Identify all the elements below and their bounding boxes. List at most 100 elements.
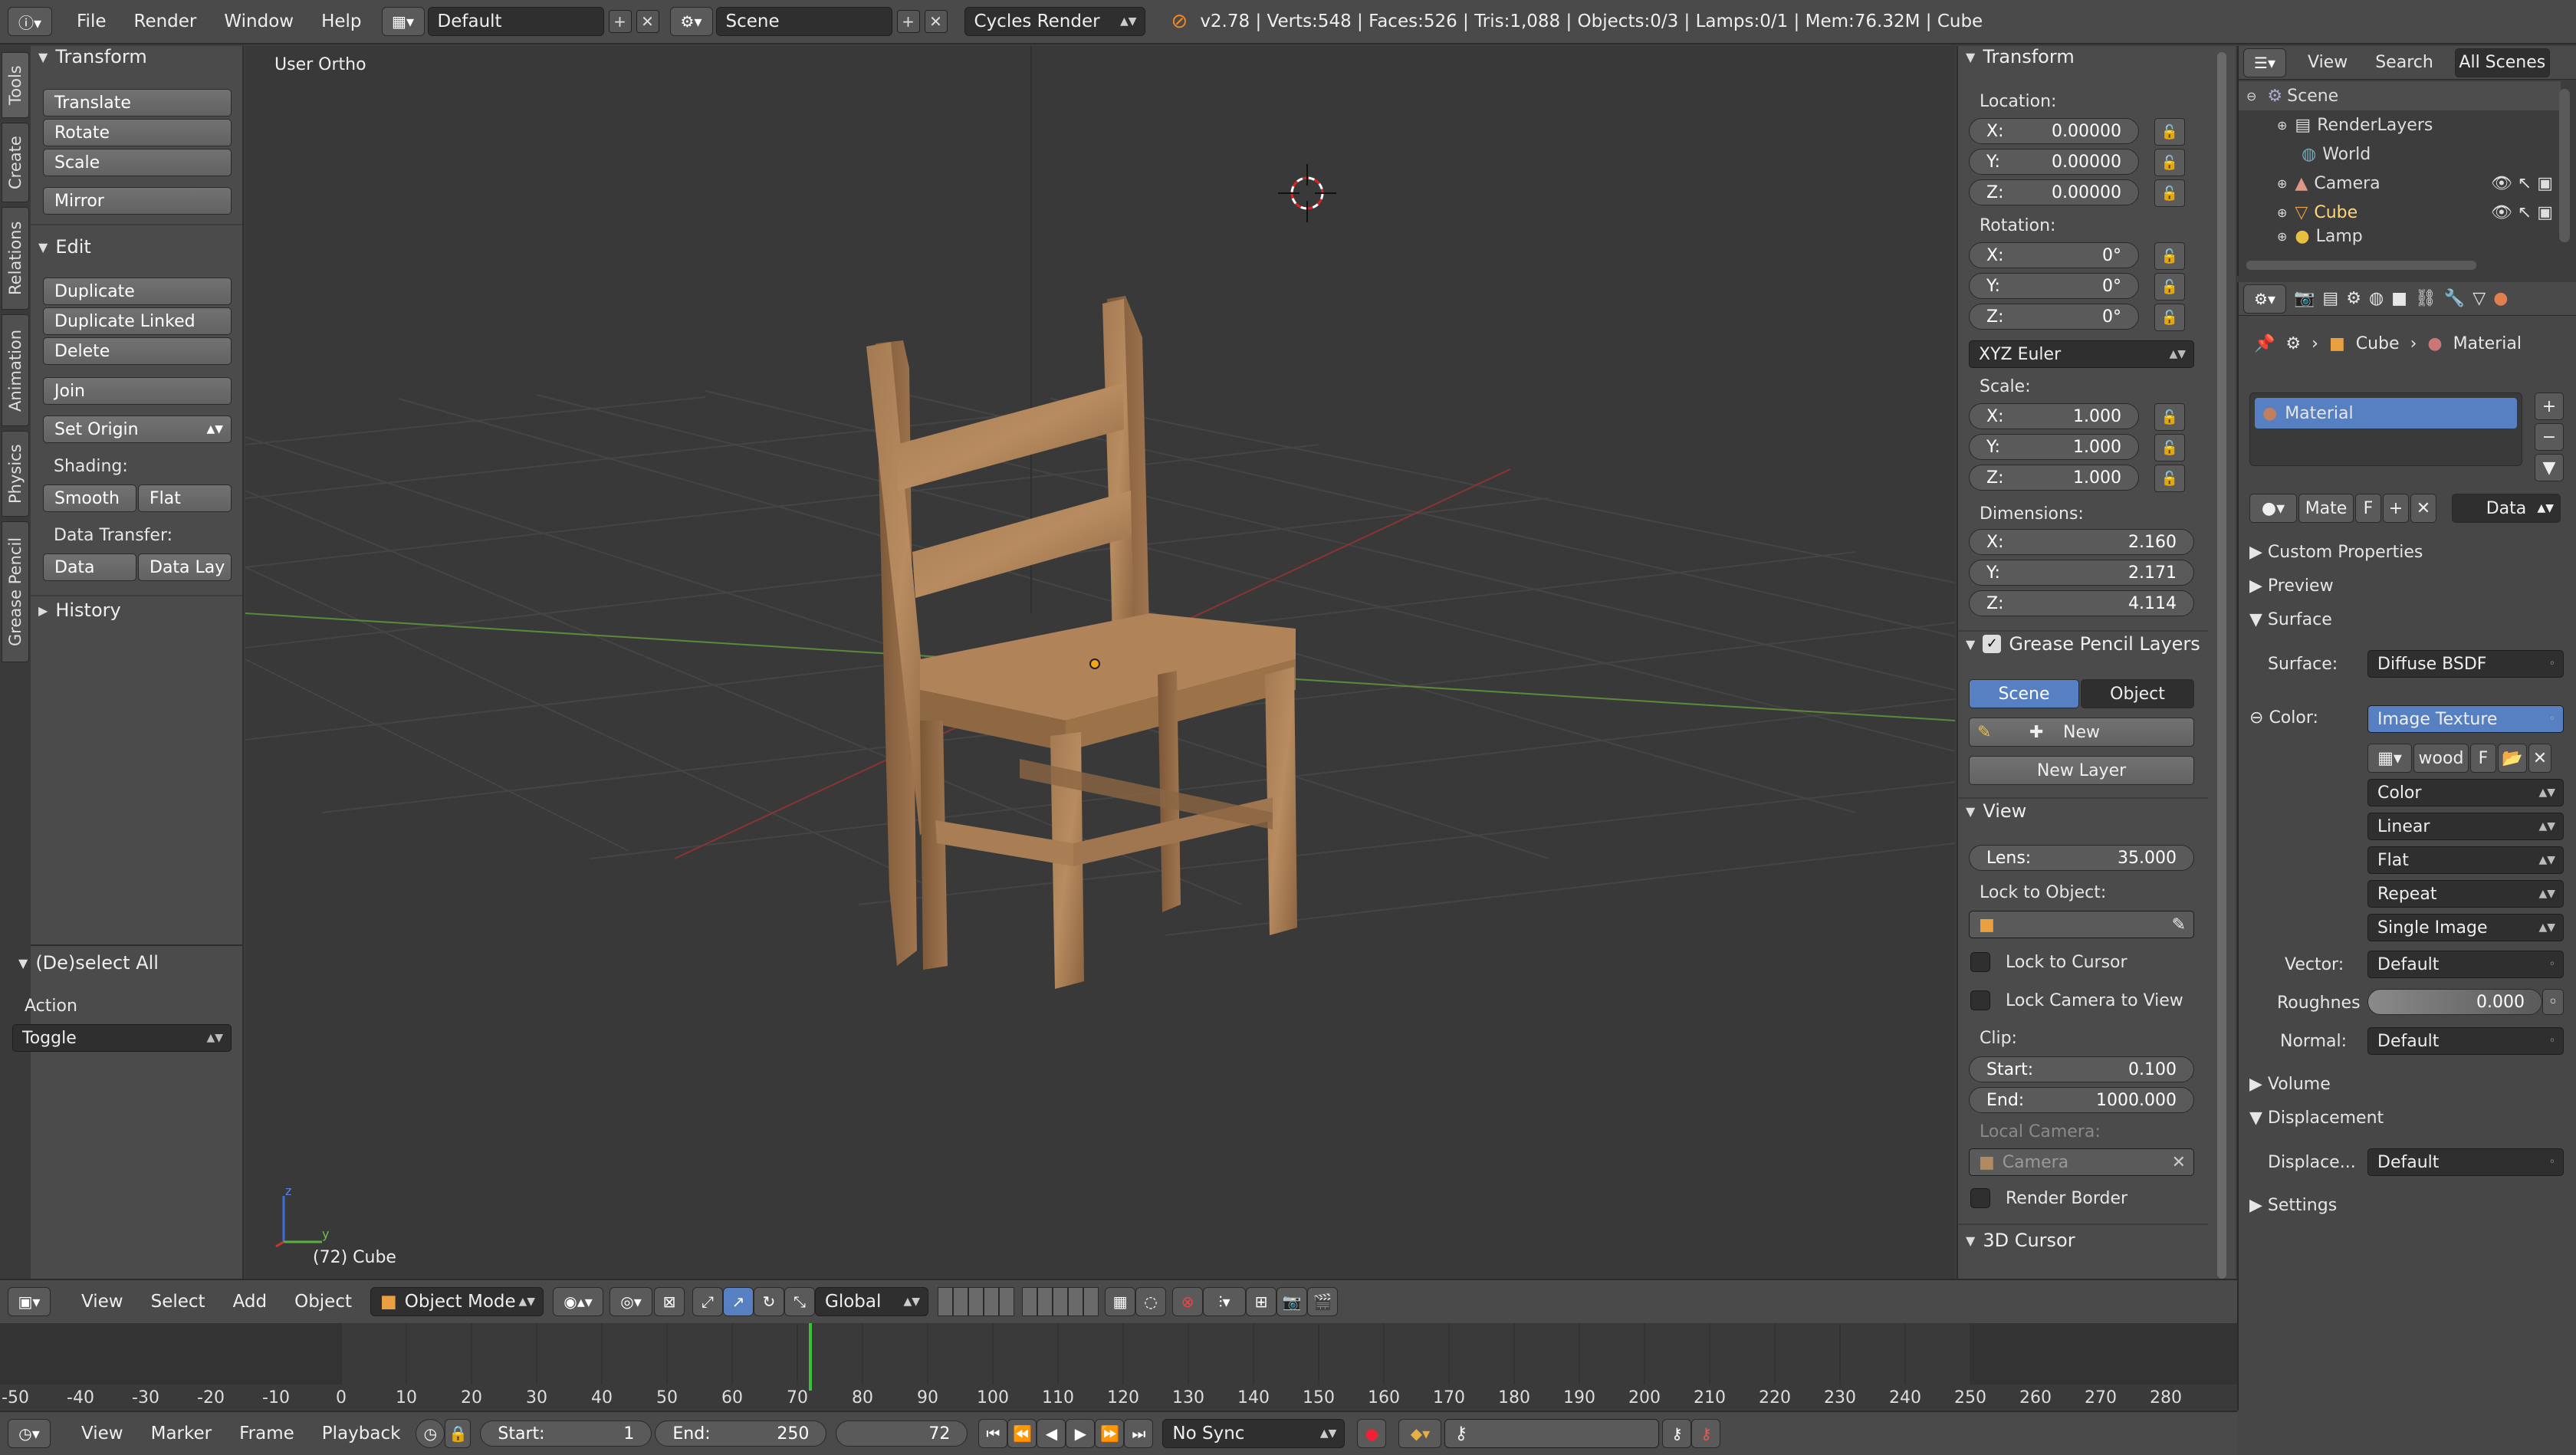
outliner-v-scrollbar[interactable] (2559, 89, 2570, 242)
outliner-item-camera[interactable]: ⊕ ▲ Camera 👁 ↖ ▣ (2239, 169, 2561, 198)
expand-icon[interactable]: ⊕ (2277, 118, 2287, 133)
preview-header[interactable]: ▶ Preview (2249, 576, 2334, 596)
flat-button[interactable]: Flat (138, 484, 232, 512)
gp-object-button[interactable]: Object (2081, 679, 2194, 708)
menu-help[interactable]: Help (307, 11, 375, 31)
lock-icon[interactable]: 🔓 (2154, 118, 2185, 146)
slot-specials-button[interactable]: ▼ (2535, 454, 2564, 481)
scale-y-field[interactable]: Y: 1.000 (1969, 434, 2139, 460)
playback-menu[interactable]: Playback (308, 1424, 415, 1444)
preview-range-icon[interactable]: ◷ (416, 1419, 445, 1448)
outliner-editor-icon[interactable]: ☰▾ (2243, 48, 2286, 77)
constraints-context-icon[interactable]: ⛓ (2415, 289, 2436, 308)
expand-icon[interactable]: ⊕ (2277, 205, 2287, 220)
lock-icon[interactable]: 🔓 (2154, 242, 2185, 270)
mirror-button[interactable]: Mirror (43, 187, 232, 215)
browse-material-icon[interactable]: ●▾ (2249, 494, 2297, 523)
jump-end-icon[interactable]: ⏭ (1124, 1419, 1154, 1448)
settings-header[interactable]: ▶ Settings (2249, 1196, 2337, 1215)
proportional-edit-icon[interactable]: ⊗ (1172, 1287, 1204, 1316)
add-screen-icon[interactable]: + (608, 10, 632, 33)
menu-file[interactable]: File (63, 11, 120, 31)
manipulator-icon[interactable]: ⊠ (654, 1287, 685, 1316)
fake-user-button[interactable]: F (2355, 494, 2381, 523)
location-x-field[interactable]: X: 0.00000 (1969, 118, 2139, 144)
object-context-icon[interactable]: ■ (2391, 289, 2407, 308)
menu-window[interactable]: Window (210, 11, 307, 31)
properties-editor-icon[interactable]: ⚙▾ (2243, 284, 2286, 314)
smooth-button[interactable]: Smooth (43, 484, 136, 512)
unlink-material-icon[interactable]: ✕ (2410, 494, 2436, 523)
data-lay-button[interactable]: Data Lay (138, 553, 232, 581)
projection-select[interactable]: Flat ▲▼ (2367, 846, 2564, 874)
outliner-item-scene[interactable]: ⊖ ⚙ Scene (2239, 81, 2561, 110)
delete-screen-icon[interactable]: ✕ (636, 10, 659, 33)
lock-icon[interactable]: 🔓 (2154, 304, 2185, 331)
material-slot-list[interactable]: ● Material (2249, 392, 2522, 466)
tab-create[interactable]: Create (2, 123, 29, 202)
screen-layout-icon[interactable]: ▦▾ (381, 7, 425, 36)
normal-input-select[interactable]: Default ◦ (2367, 1027, 2564, 1055)
layer-buttons-1[interactable] (938, 1287, 1015, 1316)
clip-end-field[interactable]: End: 1000.000 (1969, 1087, 2194, 1113)
checkbox-icon[interactable] (1970, 952, 1990, 972)
expand-icon[interactable]: ⊕ (2277, 176, 2287, 191)
outliner-search-menu[interactable]: Search (2375, 53, 2433, 72)
panel-transform-header[interactable]: ▼ Transform (1966, 46, 2075, 67)
info-editor-icon[interactable]: ⓘ▾ (8, 7, 52, 36)
panel-grease-pencil-header[interactable]: ▼ ✓ Grease Pencil Layers (1966, 633, 2200, 655)
tab-relations[interactable]: Relations (2, 207, 29, 310)
3d-view-editor-icon[interactable]: ▣▾ (8, 1287, 51, 1316)
roughness-link-icon[interactable]: ◦ (2542, 989, 2564, 1015)
checkbox-icon[interactable]: ✓ (1983, 635, 2002, 653)
material-slot-item[interactable]: ● Material (2255, 398, 2517, 429)
location-z-field[interactable]: Z: 0.00000 (1969, 179, 2139, 205)
lock-object-field[interactable]: ■ ✎ (1969, 911, 2194, 938)
rotate-button[interactable]: Rotate (43, 119, 232, 146)
play-icon[interactable]: ▶ (1066, 1419, 1096, 1448)
rotate-manipulator-icon[interactable]: ↻ (754, 1287, 785, 1316)
set-origin-button[interactable]: Set Origin ▲▼ (43, 415, 232, 443)
start-frame-field[interactable]: Start: 1 (480, 1421, 652, 1447)
panel-view-header[interactable]: ▼ View (1966, 800, 2026, 822)
jump-keyframe-back-icon[interactable]: ⏪ (1007, 1419, 1037, 1448)
action-select[interactable]: Toggle ▲▼ (12, 1024, 232, 1052)
opengl-render-icon[interactable]: 📷 (1276, 1287, 1308, 1316)
gp-new-button[interactable]: ✎ ✚ New (1969, 718, 2194, 747)
sync-mode-select[interactable]: No Sync ▲▼ (1162, 1419, 1346, 1448)
rotation-mode-select[interactable]: XYZ Euler ▲▼ (1969, 340, 2194, 368)
lock-camera-row[interactable]: Lock Camera to View (1970, 990, 2183, 1010)
local-camera-field[interactable]: ■ Camera ✕ (1969, 1148, 2194, 1176)
displacement-header[interactable]: ▼ Displacement (2249, 1108, 2384, 1128)
clip-start-field[interactable]: Start: 0.100 (1969, 1056, 2194, 1082)
interpolation-select[interactable]: Linear ▲▼ (2367, 813, 2564, 840)
render-preview-icon[interactable]: ◌ (1135, 1287, 1167, 1316)
record-icon[interactable]: ● (1357, 1419, 1387, 1448)
render-engine-select[interactable]: Cycles Render ▲▼ (964, 7, 1145, 36)
surface-header[interactable]: ▼ Surface (2249, 610, 2332, 629)
clear-icon[interactable]: ✕ (2172, 1153, 2186, 1172)
snap-icon[interactable]: ⫶▾ (1203, 1287, 1247, 1316)
keying-set-icon[interactable]: ◆▾ (1398, 1419, 1442, 1448)
world-context-icon[interactable]: ◍ (2369, 289, 2384, 308)
gp-new-layer-button[interactable]: New Layer (1969, 756, 2194, 785)
timeline-editor-icon[interactable]: ◷▾ (8, 1419, 51, 1448)
outliner-item-cube[interactable]: ⊕ ▽ Cube 👁 ↖ ▣ (2239, 198, 2561, 227)
rotation-y-field[interactable]: Y: 0° (1969, 273, 2139, 299)
color-input-select[interactable]: Image Texture ◦ (2367, 705, 2564, 733)
scene-field[interactable]: Scene (715, 7, 892, 36)
outliner-h-scrollbar[interactable] (2246, 261, 2476, 270)
material-name-field[interactable]: Mate (2298, 494, 2354, 523)
3d-viewport[interactable]: User Ortho (72) Cube z y (245, 46, 1955, 1279)
render-context-icon[interactable]: 📷 (2294, 289, 2315, 308)
expand-icon[interactable]: ⊕ (2277, 229, 2287, 244)
gp-scene-button[interactable]: Scene (1969, 679, 2079, 708)
duplicate-linked-button[interactable]: Duplicate Linked (43, 307, 232, 335)
image-browse-icon[interactable]: ▦▾ (2367, 744, 2412, 773)
checkbox-icon[interactable] (1970, 1188, 1990, 1208)
transform-orientation-select[interactable]: Global ▲▼ (815, 1287, 929, 1316)
operator-panel-header[interactable]: ▼ (De)select All (18, 952, 159, 974)
modifiers-context-icon[interactable]: 🔧 (2444, 289, 2465, 308)
translate-manipulator-icon[interactable]: ⤢ (692, 1287, 724, 1316)
link-data-select[interactable]: Data ▲▼ (2452, 494, 2561, 523)
